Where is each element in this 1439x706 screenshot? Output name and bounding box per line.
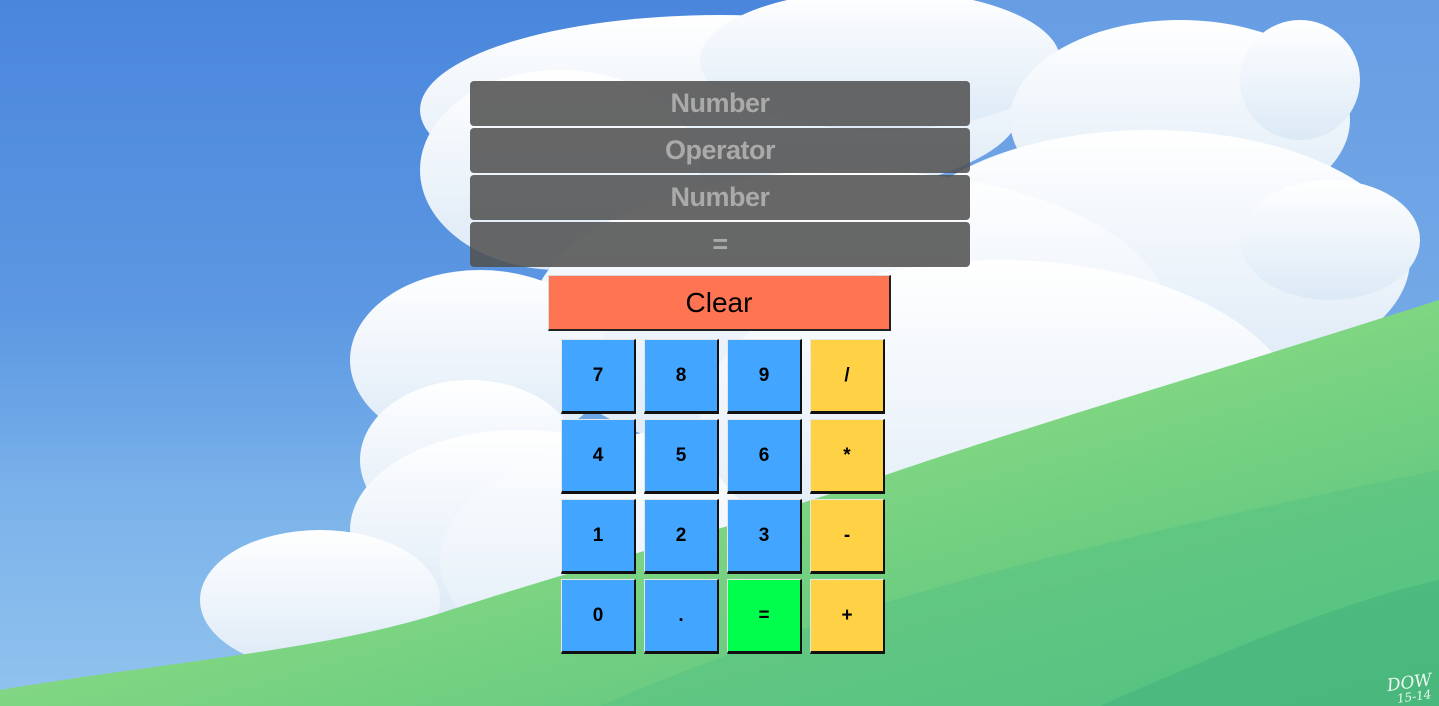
key-add[interactable]: +	[810, 579, 885, 654]
key-7[interactable]: 7	[561, 339, 636, 414]
operator-display: Operator	[470, 128, 970, 173]
key-3[interactable]: 3	[727, 499, 802, 574]
key-decimal[interactable]: .	[644, 579, 719, 654]
clear-button[interactable]: Clear	[548, 275, 891, 331]
calculator-display: Number Operator Number =	[470, 81, 970, 269]
key-subtract[interactable]: -	[810, 499, 885, 574]
key-2[interactable]: 2	[644, 499, 719, 574]
key-8[interactable]: 8	[644, 339, 719, 414]
second-number-display: Number	[470, 175, 970, 220]
keypad: 7 8 9 / 4 5 6 * 1 2 3 - 0 . = +	[561, 339, 885, 659]
keypad-row: 1 2 3 -	[561, 499, 885, 574]
key-divide[interactable]: /	[810, 339, 885, 414]
first-number-display: Number	[470, 81, 970, 126]
key-equals[interactable]: =	[727, 579, 802, 654]
keypad-row: 0 . = +	[561, 579, 885, 654]
result-display: =	[470, 222, 970, 267]
key-9[interactable]: 9	[727, 339, 802, 414]
key-0[interactable]: 0	[561, 579, 636, 654]
key-1[interactable]: 1	[561, 499, 636, 574]
key-4[interactable]: 4	[561, 419, 636, 494]
keypad-row: 4 5 6 *	[561, 419, 885, 494]
keypad-row: 7 8 9 /	[561, 339, 885, 414]
key-multiply[interactable]: *	[810, 419, 885, 494]
key-6[interactable]: 6	[727, 419, 802, 494]
artist-signature: DOW 15-14	[1386, 670, 1435, 706]
key-5[interactable]: 5	[644, 419, 719, 494]
